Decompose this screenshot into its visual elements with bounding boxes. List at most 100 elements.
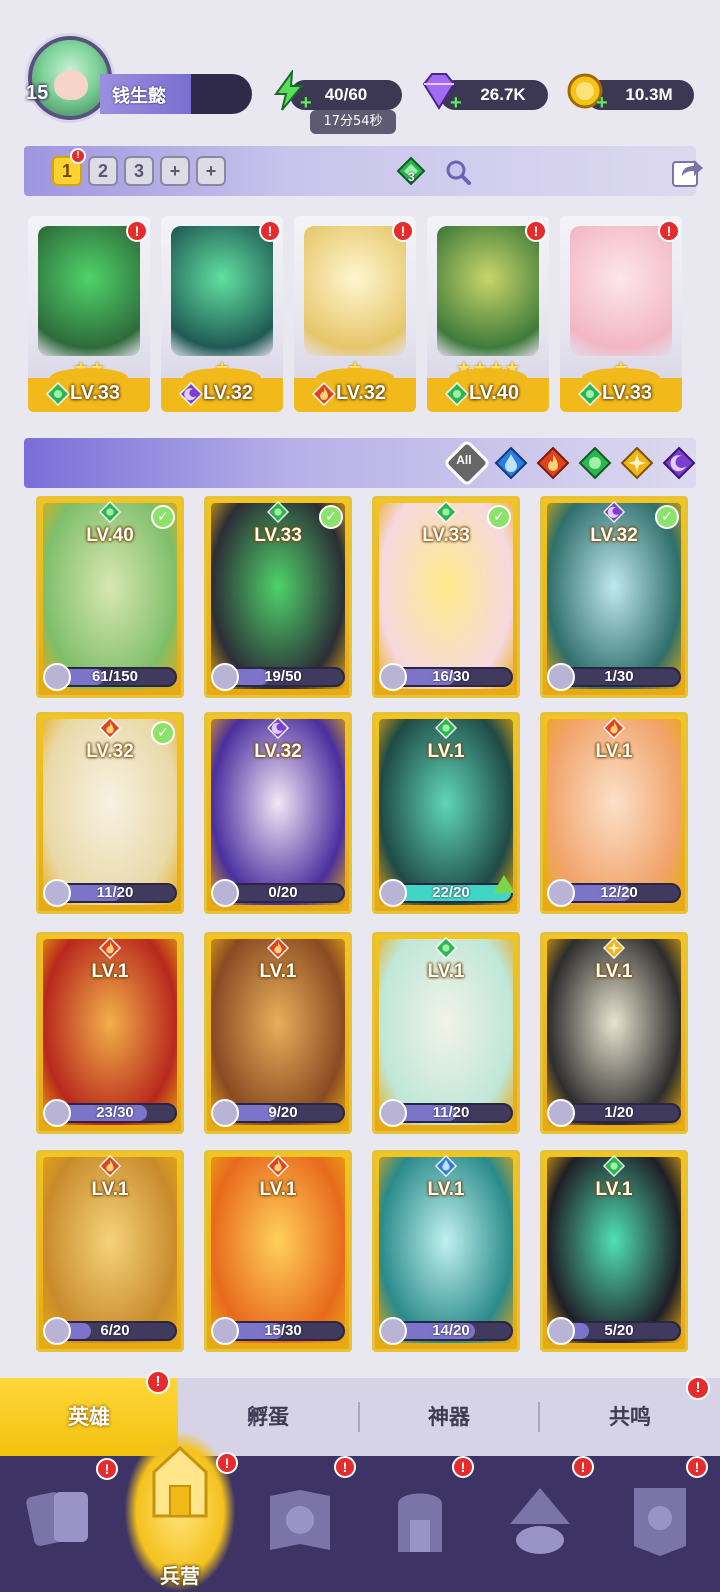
alert-icon: ! bbox=[686, 1456, 708, 1478]
shard-progress-bar: 1/20 bbox=[557, 1103, 681, 1123]
hero-card[interactable]: LV.32 ✓ 11/20 bbox=[36, 712, 184, 914]
team-slot[interactable]: !★★★★LV.40 bbox=[427, 216, 549, 412]
energy-counter[interactable]: + 40/60 bbox=[274, 70, 402, 114]
nav-castle[interactable]: ! bbox=[360, 1456, 480, 1592]
gem-counter[interactable]: + 26.7K bbox=[422, 73, 548, 114]
hero-level: LV.1 bbox=[595, 741, 633, 762]
hero-card[interactable]: LV.1 1/20 bbox=[540, 932, 688, 1134]
hero-level: LV.33 bbox=[602, 382, 653, 404]
shard-progress-bar: 11/20 bbox=[389, 1103, 513, 1123]
hero-level: LV.40 bbox=[469, 382, 520, 404]
hero-card[interactable]: LV.1 14/20 bbox=[372, 1150, 520, 1352]
shard-icon bbox=[211, 663, 239, 691]
nature-element-icon bbox=[45, 381, 71, 407]
fire-element-icon bbox=[98, 716, 122, 740]
add-gems-icon[interactable]: + bbox=[450, 92, 462, 115]
top-bar: 15 钱生懿 + 40/60 17分54秒 + 26.7K + 10.3M bbox=[0, 0, 720, 140]
shard-progress-bar: 9/20 bbox=[221, 1103, 345, 1123]
team-slot[interactable]: !★LV.33 bbox=[560, 216, 682, 412]
shard-progress-bar: 16/30 bbox=[389, 667, 513, 687]
team-slot[interactable]: !★★LV.33 bbox=[28, 216, 150, 412]
alert-icon: ! bbox=[392, 220, 414, 242]
shard-count: 0/20 bbox=[268, 884, 298, 901]
hero-portrait bbox=[304, 226, 406, 356]
team-tab-3[interactable]: 3 bbox=[124, 156, 154, 186]
player-name: 钱生懿 bbox=[112, 86, 166, 107]
nav-cards[interactable]: ! bbox=[0, 1456, 120, 1592]
hero-level: LV.1 bbox=[427, 741, 465, 762]
tab-artifacts[interactable]: 神器 bbox=[360, 1378, 538, 1456]
add-energy-icon[interactable]: + bbox=[300, 92, 312, 115]
nature-element-icon bbox=[98, 500, 122, 524]
hero-level: LV.32 bbox=[203, 382, 254, 404]
team-tab-2[interactable]: 2 bbox=[88, 156, 118, 186]
shard-count: 19/50 bbox=[264, 668, 302, 685]
coin-counter[interactable]: + 10.3M bbox=[567, 73, 694, 114]
shard-progress-bar: 5/20 bbox=[557, 1321, 681, 1341]
hero-card[interactable]: LV.32 0/20 bbox=[204, 712, 352, 914]
team-slot[interactable]: !★LV.32 bbox=[294, 216, 416, 412]
fire-element-icon bbox=[266, 1154, 290, 1178]
shard-icon bbox=[379, 663, 407, 691]
shard-icon bbox=[211, 879, 239, 907]
hero-card[interactable]: LV.32 ✓ 1/30 bbox=[540, 496, 688, 698]
alert-icon: ! bbox=[126, 220, 148, 242]
hero-portrait bbox=[570, 226, 672, 356]
nature-element-icon bbox=[602, 1154, 626, 1178]
shard-icon bbox=[43, 879, 71, 907]
nature-element-icon bbox=[434, 716, 458, 740]
alert-icon: ! bbox=[259, 220, 281, 242]
shard-icon bbox=[547, 879, 575, 907]
shard-count: 5/20 bbox=[604, 1322, 634, 1339]
hero-level: LV.1 bbox=[427, 1179, 465, 1200]
nav-shop[interactable]: ! bbox=[480, 1456, 600, 1592]
water-element-icon[interactable] bbox=[494, 446, 528, 480]
shard-count: 12/20 bbox=[600, 884, 638, 901]
hero-level: LV.1 bbox=[259, 961, 297, 982]
hero-card[interactable]: LV.1 12/20 bbox=[540, 712, 688, 914]
shard-count: 16/30 bbox=[432, 668, 470, 685]
hero-portrait bbox=[437, 226, 539, 356]
shard-icon bbox=[379, 879, 407, 907]
shard-count: 9/20 bbox=[268, 1104, 298, 1121]
share-icon[interactable] bbox=[670, 154, 706, 190]
hero-card[interactable]: LV.1 9/20 bbox=[204, 932, 352, 1134]
fire-element-icon[interactable] bbox=[536, 446, 570, 480]
hero-level: LV.1 bbox=[91, 961, 129, 982]
add-team-button[interactable]: + bbox=[160, 156, 190, 186]
hero-card[interactable]: LV.1 11/20 bbox=[372, 932, 520, 1134]
add-coins-icon[interactable]: + bbox=[596, 92, 608, 115]
upgrade-arrow-icon[interactable] bbox=[493, 875, 515, 893]
shard-progress-bar: 15/30 bbox=[221, 1321, 345, 1341]
dark-element-icon[interactable] bbox=[662, 446, 696, 480]
filter-all-button[interactable]: All bbox=[442, 438, 492, 488]
hero-card[interactable]: LV.1 23/30 bbox=[36, 932, 184, 1134]
hero-card[interactable]: LV.1 6/20 bbox=[36, 1150, 184, 1352]
hero-card[interactable]: LV.40 ✓ 61/150 bbox=[36, 496, 184, 698]
search-icon[interactable] bbox=[444, 158, 472, 186]
hero-card[interactable]: LV.1 22/20 bbox=[372, 712, 520, 914]
in-team-check-icon: ✓ bbox=[151, 721, 175, 745]
fire-element-icon bbox=[98, 1154, 122, 1178]
team-gem-count: 3 bbox=[408, 170, 415, 184]
nature-element-icon[interactable] bbox=[578, 446, 612, 480]
nav-barracks[interactable]: 兵营 ! bbox=[120, 1430, 240, 1592]
nav-map[interactable]: ! bbox=[240, 1456, 360, 1592]
add-team-button[interactable]: + bbox=[196, 156, 226, 186]
dark-element-icon bbox=[266, 716, 290, 740]
team-slot[interactable]: !★LV.32 bbox=[161, 216, 283, 412]
light-element-icon[interactable] bbox=[620, 446, 654, 480]
shard-count: 1/20 bbox=[604, 1104, 634, 1121]
shard-icon bbox=[547, 1099, 575, 1127]
hero-card[interactable]: LV.33 ✓ 19/50 bbox=[204, 496, 352, 698]
player-name-plate[interactable]: 钱生懿 bbox=[100, 74, 252, 114]
cards-icon bbox=[26, 1492, 88, 1546]
shard-progress-bar: 61/150 bbox=[53, 667, 177, 687]
hero-card[interactable]: LV.33 ✓ 16/30 bbox=[372, 496, 520, 698]
hero-card[interactable]: LV.1 15/30 bbox=[204, 1150, 352, 1352]
hero-card[interactable]: LV.1 5/20 bbox=[540, 1150, 688, 1352]
shard-icon bbox=[211, 1317, 239, 1345]
mushroom-house-icon bbox=[510, 1488, 570, 1554]
gem-value: 26.7K bbox=[480, 85, 526, 104]
nav-guild[interactable]: ! bbox=[600, 1456, 720, 1592]
